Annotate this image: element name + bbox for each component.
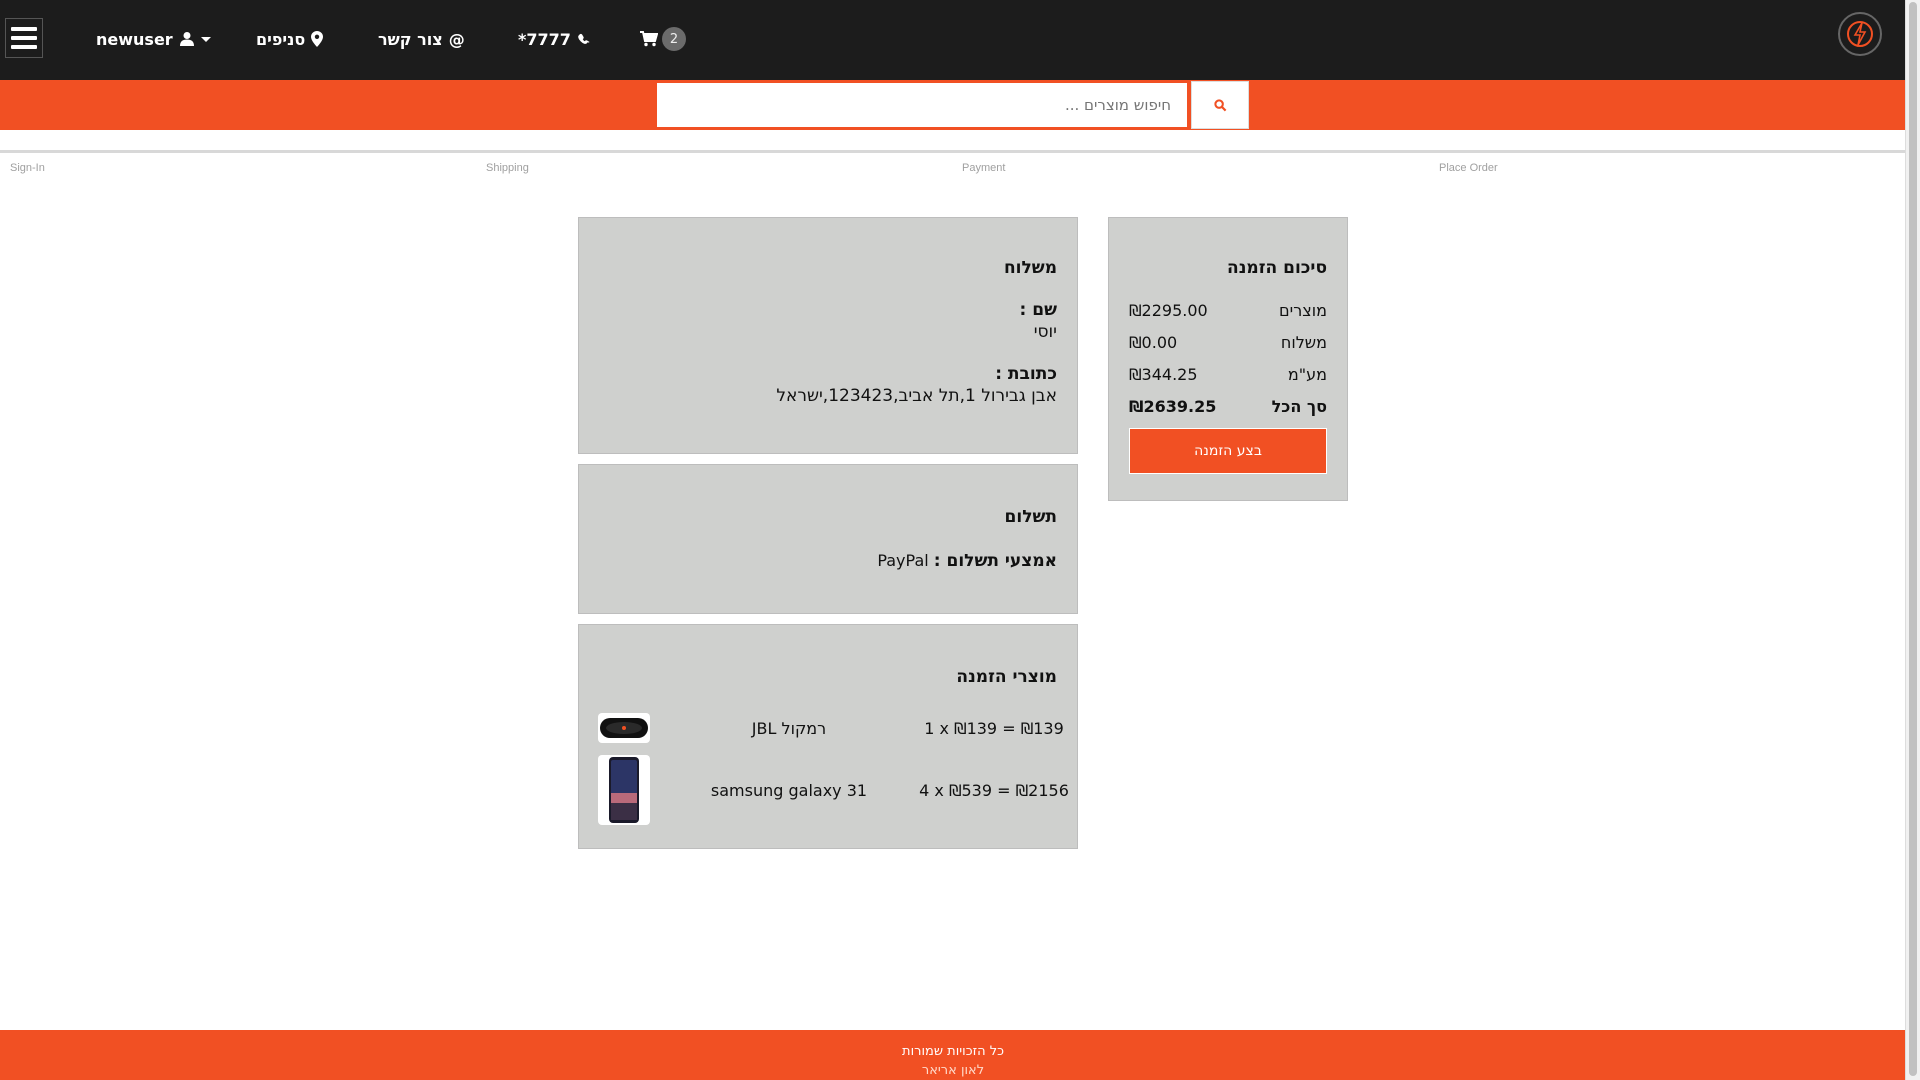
caret-down-icon (200, 37, 211, 42)
user-icon (179, 32, 194, 46)
payment-method-value: PayPal (877, 551, 929, 570)
copyright-text: כל הזכויות שמורות (902, 1044, 1004, 1059)
footer: כל הזכויות שמורות לאון אריאר (0, 1030, 1906, 1080)
menu-bar (11, 45, 37, 49)
search-button[interactable] (1191, 81, 1249, 129)
name-label: שם : (1019, 300, 1057, 320)
summary-value: ₪0.00 (1129, 332, 1178, 352)
search-bar (0, 80, 1906, 130)
menu-bar (11, 27, 37, 31)
menu-bar (11, 36, 37, 40)
item-name[interactable]: JBL רמקול (679, 719, 899, 738)
payment-method-label: אמצעי תשלום : (933, 551, 1057, 571)
summary-row-items: מוצרים ₪2295.00 (1129, 294, 1327, 326)
search-icon (1213, 98, 1226, 111)
branches-label: סניפים (256, 29, 306, 49)
order-items-title: מוצרי הזמנה (956, 667, 1057, 687)
cart-count-badge: 2 (662, 27, 686, 51)
order-items-card: מוצרי הזמנה JBL רמקול 1 x ₪139 = ₪139 sa… (578, 624, 1078, 849)
shopping-cart-icon (640, 31, 658, 47)
summary-row-shipping: משלוח ₪0.00 (1129, 326, 1327, 358)
author-link[interactable]: לאון אריאר (0, 1063, 1906, 1078)
summary-value: ₪2639.25 (1129, 396, 1217, 416)
name-value: יוסי (1033, 322, 1057, 342)
store-logo[interactable] (1838, 12, 1882, 56)
address-label: כתובת : (995, 364, 1057, 384)
map-marker-icon (311, 31, 324, 47)
summary-label: סך הכל (1271, 396, 1327, 416)
phone-image[interactable] (598, 755, 650, 825)
list-item: samsung galaxy 31 4 x ₪539 = ₪2156 (579, 755, 1079, 825)
search-input[interactable] (655, 81, 1189, 129)
payment-method-row: אמצעי תשלום : PayPal (599, 551, 1057, 571)
vertical-scrollbar[interactable] (1905, 0, 1920, 1080)
phone-label: *7777 (518, 29, 571, 49)
address-value: אבן גבירול 1,תל אביב,123423,ישראל (776, 386, 1057, 406)
summary-label: משלוח (1280, 332, 1327, 352)
step-shipping: Shipping (486, 162, 529, 174)
summary-value: ₪344.25 (1129, 364, 1198, 384)
cart-link[interactable]: 2 (640, 24, 686, 54)
order-summary-card: סיכום הזמנה מוצרים ₪2295.00 משלוח ₪0.00 … (1108, 217, 1348, 501)
scrollbar-thumb[interactable] (1909, 2, 1917, 1076)
summary-label: מע"מ (1287, 364, 1327, 384)
summary-value: ₪2295.00 (1129, 300, 1208, 320)
phone-link[interactable]: *7777 (518, 24, 592, 54)
contact-label: צור קשר (378, 29, 443, 49)
username-label: newuser (96, 29, 173, 49)
shipping-title: משלוח (1004, 258, 1057, 278)
at-icon: @ (448, 29, 465, 49)
top-navbar: newuser סניפים צור קשר @ *7777 2 (0, 0, 1906, 80)
payment-title: תשלום (1004, 507, 1057, 527)
summary-title: סיכום הזמנה (1227, 258, 1327, 278)
summary-row-vat: מע"מ ₪344.25 (1129, 358, 1327, 390)
summary-row-total: סך הכל ₪2639.25 (1129, 390, 1327, 422)
place-order-button[interactable]: בצע הזמנה (1129, 428, 1327, 474)
branches-link[interactable]: סניפים (256, 24, 324, 54)
steps-divider (0, 150, 1906, 153)
lightning-logo-icon (1847, 21, 1873, 47)
payment-card: תשלום אמצעי תשלום : PayPal (578, 464, 1078, 614)
user-menu[interactable]: newuser (96, 24, 211, 54)
speaker-image[interactable] (598, 713, 650, 743)
item-price: 1 x ₪139 = ₪139 (924, 719, 1064, 738)
item-name[interactable]: samsung galaxy 31 (679, 781, 899, 800)
step-payment: Payment (962, 162, 1006, 174)
summary-label: מוצרים (1279, 300, 1327, 320)
contact-link[interactable]: צור קשר @ (378, 24, 465, 54)
hamburger-menu-button[interactable] (5, 18, 43, 58)
phone-icon (578, 33, 590, 44)
step-place-order: Place Order (1439, 162, 1498, 174)
shipping-card: משלוח שם : יוסי כתובת : אבן גבירול 1,תל … (578, 217, 1078, 454)
step-sign-in: Sign-In (10, 162, 45, 174)
item-price: 4 x ₪539 = ₪2156 (919, 781, 1069, 800)
